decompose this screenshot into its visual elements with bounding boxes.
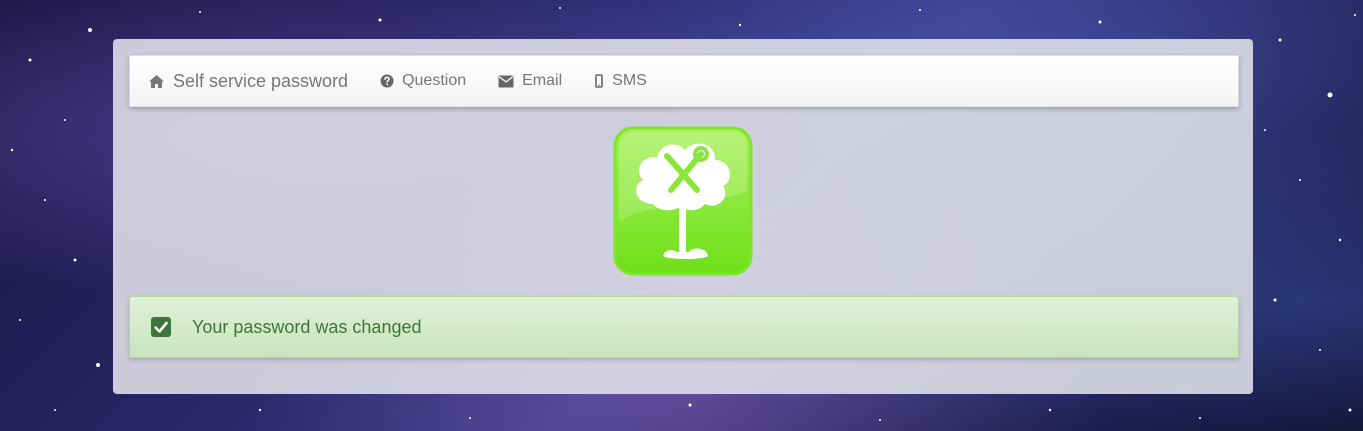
envelope-icon bbox=[498, 75, 514, 88]
navbar: Self service password Question Email SMS bbox=[129, 55, 1239, 107]
alert-message: Your password was changed bbox=[192, 316, 422, 337]
nav-item-sms[interactable]: SMS bbox=[594, 72, 647, 90]
check-square-icon bbox=[150, 316, 172, 338]
home-icon bbox=[148, 74, 165, 89]
nav-item-question[interactable]: Question bbox=[380, 72, 466, 90]
brand-label: Self service password bbox=[173, 70, 349, 91]
mobile-phone-icon bbox=[594, 74, 604, 88]
nav-item-sms-label: SMS bbox=[612, 72, 647, 89]
main-panel: Self service password Question Email SMS… bbox=[113, 39, 1253, 394]
nav-item-email[interactable]: Email bbox=[498, 72, 562, 90]
app-logo bbox=[613, 126, 753, 276]
success-alert: Your password was changed bbox=[129, 296, 1239, 358]
nav-item-question-label: Question bbox=[402, 72, 467, 89]
navbar-brand[interactable]: Self service password bbox=[148, 71, 348, 92]
question-circle-icon bbox=[380, 74, 394, 88]
nav-item-email-label: Email bbox=[522, 72, 563, 89]
